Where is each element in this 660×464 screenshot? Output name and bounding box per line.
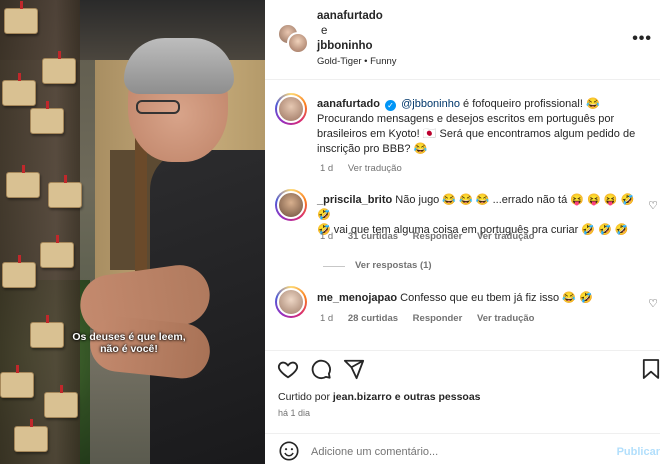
comment-likes[interactable]: 28 curtidas (348, 313, 398, 324)
comments-list[interactable]: aanafurtado ✓ @jbboninho é fofoqueiro pr… (265, 81, 660, 343)
ema-plaque (30, 315, 64, 348)
caption-comment: aanafurtado ✓ @jbboninho é fofoqueiro pr… (317, 97, 652, 157)
translate-link[interactable]: Ver tradução (477, 231, 535, 242)
post-actions (265, 350, 660, 384)
emoji-icon[interactable] (278, 440, 300, 462)
liked-by: Curtido por jean.bizarro e outras pessoa… (278, 391, 481, 403)
comment-text: é fofoqueiro profissional! 😂 (463, 98, 600, 110)
replies-divider (323, 266, 345, 267)
heart-icon[interactable] (277, 358, 299, 380)
reply-link[interactable]: Responder (413, 231, 463, 242)
caption-line: Os deuses é que leem, (72, 331, 186, 343)
ema-plaque (48, 175, 82, 208)
comment-text: Confesso que eu tbem já fiz isso 😂 🤣 (400, 292, 593, 304)
post-time: há 1 dia (278, 408, 311, 418)
bookmark-icon[interactable] (642, 358, 660, 380)
more-options-icon[interactable]: ••• (632, 30, 652, 48)
person-hair (124, 38, 234, 94)
ema-plaque (2, 255, 36, 288)
comment-time: 1 d (320, 163, 334, 174)
video-caption: Os deuses é que leem, não é você! (64, 331, 194, 355)
like-comment-icon[interactable]: ♡ (648, 297, 658, 310)
liked-by-user[interactable]: jean.bizarro (333, 391, 392, 403)
collab-connector: e (321, 25, 328, 37)
liked-by-suffix[interactable]: e outras pessoas (395, 391, 481, 403)
add-comment-bar: Publicar (265, 433, 660, 464)
ema-plaque (14, 419, 48, 452)
translate-link[interactable]: Ver tradução (348, 163, 402, 174)
ema-plaque (6, 165, 40, 198)
comment-username[interactable]: _priscila_brito (317, 194, 392, 206)
add-comment-input[interactable] (311, 446, 561, 458)
ema-plaque (30, 101, 64, 134)
comment-icon[interactable] (310, 358, 332, 380)
comment: me_menojapao Confesso que eu tbem já fiz… (317, 291, 637, 306)
post-video[interactable]: Os deuses é que leem, não é você! (0, 0, 265, 464)
ema-plaque (40, 235, 74, 268)
verified-icon: ✓ (385, 100, 397, 111)
ema-plaque (0, 365, 34, 398)
comment-username[interactable]: me_menojapao (317, 292, 397, 304)
audio-label[interactable]: Gold-Tiger • Funny (317, 56, 397, 67)
liked-by-prefix: Curtido por (278, 391, 330, 403)
translate-link[interactable]: Ver tradução (477, 313, 535, 324)
comment-text: inscrição pro BBB? 😂 (317, 143, 428, 155)
author-username[interactable]: aanafurtado (317, 10, 383, 22)
post-header: aanafurtado e jbboninho Gold-Tiger • Fun… (265, 0, 660, 80)
collaborator-username[interactable]: jbboninho (317, 40, 373, 52)
ema-plaque (2, 73, 36, 106)
comment-meta: 1 d Ver tradução (320, 163, 414, 174)
ema-plaque (44, 385, 78, 418)
comment-time: 1 d (320, 231, 334, 242)
reply-link[interactable]: Responder (413, 313, 463, 324)
comment-text: Procurando mensagens e desejos escritos … (317, 113, 615, 125)
comment-time: 1 d (320, 313, 334, 324)
person-glasses (136, 100, 180, 114)
comment-meta: 1 d 31 curtidas Responder Ver tradução (320, 231, 547, 242)
comment-likes[interactable]: 31 curtidas (348, 231, 398, 242)
comment-username[interactable]: aanafurtado (317, 98, 380, 110)
view-replies-link[interactable]: Ver respostas (1) (355, 260, 432, 271)
avatar[interactable] (275, 93, 307, 125)
post-details-panel: aanafurtado e jbboninho Gold-Tiger • Fun… (265, 0, 660, 464)
like-comment-icon[interactable]: ♡ (648, 199, 658, 212)
share-icon[interactable] (343, 358, 365, 380)
comment-text: brasileiros em Kyoto! 🇯🇵 Será que encont… (317, 128, 636, 140)
avatar[interactable] (275, 286, 307, 318)
mention-link[interactable]: @jbboninho (401, 98, 460, 110)
ema-plaque (42, 51, 76, 84)
avatar[interactable] (275, 189, 307, 221)
comment-meta: 1 d 28 curtidas Responder Ver tradução (320, 313, 547, 324)
publish-button[interactable]: Publicar (617, 446, 660, 458)
ema-plaque (4, 1, 38, 34)
caption-line: não é você! (100, 343, 158, 355)
avatar[interactable] (287, 32, 309, 54)
